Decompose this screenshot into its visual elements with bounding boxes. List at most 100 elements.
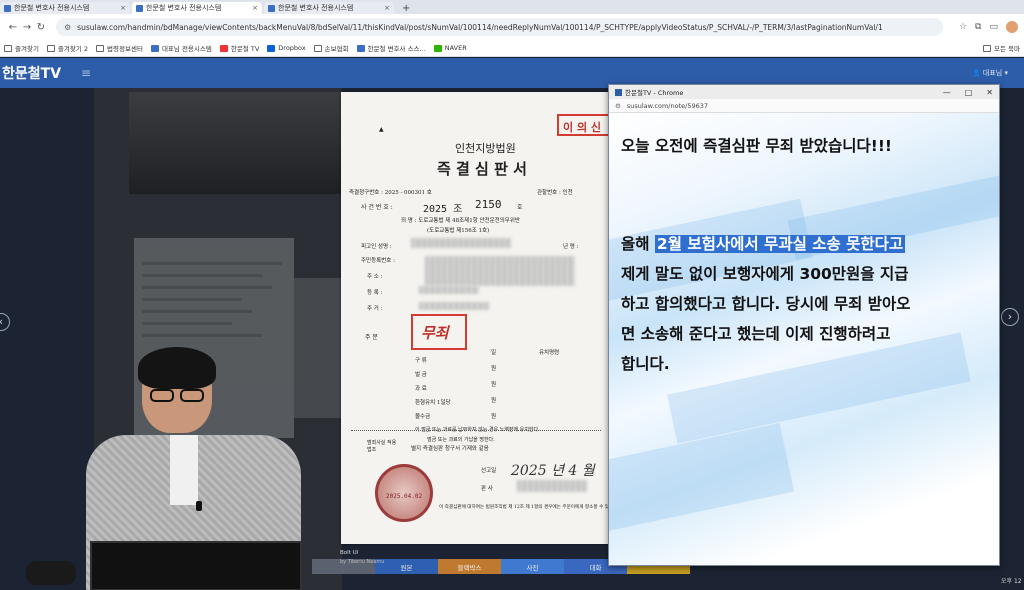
new-tab-button[interactable]: + [396, 3, 416, 14]
objection-stamp: 이 의 신 [557, 114, 613, 136]
redacted-text [411, 238, 511, 248]
forward-arrow-icon[interactable]: → [20, 22, 34, 33]
extensions-icon[interactable]: ⧉ [975, 22, 981, 32]
reason-label: 범죄사실 적용법조 [367, 440, 397, 453]
lapel-mic-icon [196, 501, 202, 511]
tab-label: 한문철 변호사 전용시스템 [146, 4, 222, 12]
note-line-5: 면 소송해 준다고 했는데 이제 진행하려고 [621, 325, 891, 343]
favicon-icon [268, 4, 275, 12]
bolt-ui-label: Bolt UI [340, 550, 359, 556]
row-unit-won: 원 [491, 414, 497, 420]
close-icon[interactable]: × [252, 4, 258, 12]
close-icon[interactable]: × [120, 4, 126, 12]
note-line-6: 합니다. [621, 355, 670, 373]
menu-icon[interactable]: ≡ [81, 66, 91, 80]
sidebar-icon[interactable]: ▭ [989, 22, 998, 32]
bookmark-item[interactable]: NAVER [433, 44, 467, 52]
toolbar-button-original[interactable]: 원본 [375, 559, 438, 574]
popup-address-bar[interactable]: ⚙ susulaw.com/note/59637 [609, 99, 999, 113]
redacted-text [425, 256, 575, 286]
document-title: 즉 결 심 판 서 [437, 160, 527, 178]
note-line-3: 제게 말도 없이 보행자에게 300만원을 지급 [621, 265, 909, 283]
judge-label: 판 사 [481, 486, 493, 492]
tab-label: 한문철 변호사 전용시스템 [278, 4, 354, 12]
folder-icon [46, 44, 55, 52]
profile-avatar[interactable] [1006, 21, 1018, 33]
site-icon [356, 44, 365, 52]
maximize-icon[interactable]: □ [965, 88, 973, 97]
url-text: susulaw.com/handmin/bdManage/viewContent… [77, 22, 883, 32]
bookmarks-bar: 즐겨찾기 즐겨찾기 2 법령정보센터 대표님 전용시스템 한문철 TV Drop… [0, 40, 1024, 57]
favicon-icon [4, 4, 11, 12]
court-seal-stamp: 2025.04.02 [375, 464, 433, 522]
bookmark-item[interactable]: 즐겨찾기 2 [46, 43, 88, 53]
payment-note-2: 벌금 또는 과료의 가납을 명한다. [427, 437, 495, 443]
back-arrow-icon[interactable]: ← [6, 22, 20, 33]
popup-url: susulaw.com/note/59637 [626, 101, 708, 110]
row-jail: 구 류 [415, 358, 427, 364]
site-info-icon[interactable]: ⚙ [64, 23, 71, 32]
row-unit-won: 원 [491, 398, 497, 404]
tab-label: 한문철 변호사 전용시스템 [14, 4, 90, 12]
background-document-thumbnail [294, 278, 342, 418]
row-unit-won: 원 [491, 366, 497, 372]
row-minor-fine: 과 료 [415, 386, 427, 392]
toolbar-button-photo[interactable]: 사진 [501, 559, 564, 574]
all-bookmarks-item[interactable]: 모든 북마 [983, 43, 1020, 53]
next-arrow-icon[interactable]: › [1001, 308, 1019, 326]
user-menu[interactable]: 👤 대표님 ▾ [972, 68, 1008, 78]
registration-label: 등 록 : [367, 290, 383, 296]
browser-tab[interactable]: 한문철 변호사 전용시스템 × [0, 2, 130, 14]
charge-line-1: 죄 명 : 도로교통법 제 48조제1항 안전운전의무위반 [401, 218, 520, 224]
row-fine: 벌 금 [415, 372, 427, 378]
redacted-signature [517, 480, 587, 492]
case-number-label: 사 건 번 호 : [361, 204, 393, 211]
desk-monitor [90, 541, 302, 590]
charge-line-2: (도로교통법 제156조 1호) [427, 228, 490, 234]
note-line-4: 하고 합의했다고 합니다. 당시에 무죄 받아오 [621, 295, 911, 313]
url-bar[interactable]: ⚙ susulaw.com/handmin/bdManage/viewConte… [56, 18, 943, 36]
folder-icon [983, 44, 991, 52]
bookmark-item[interactable]: 법령정보센터 [96, 43, 143, 53]
naver-icon [433, 44, 442, 52]
close-icon[interactable]: ✕ [986, 88, 993, 97]
glasses [150, 389, 210, 403]
bookmark-item[interactable]: 한문철 TV [219, 43, 259, 53]
note-line-1: 오늘 오전에 즉결심판 무죄 받았습니다!!! [621, 137, 892, 155]
bookmark-item[interactable]: 손보협회 [313, 43, 349, 53]
note-line-2: 올해 2월 보험사에서 무과실 소송 못한다고 [621, 235, 906, 253]
folder-icon [4, 44, 12, 52]
minimize-icon[interactable]: — [943, 88, 951, 97]
redacted-text [419, 286, 479, 294]
browser-tab[interactable]: 한문철 변호사 전용시스템 × [264, 2, 394, 14]
bookmark-item[interactable]: 한문철 변호사 스스... [356, 43, 426, 53]
bookmark-star-icon[interactable]: ☆ [959, 22, 967, 32]
bolt-ui-credit: by Tiberiu Neamu [340, 559, 385, 565]
toolbar-button-blackbox[interactable]: 블랙박스 [438, 559, 501, 574]
app-logo[interactable]: 한문철TV [2, 63, 61, 83]
verdict-label: 주 문 [365, 334, 378, 341]
bookmark-item[interactable]: 대표님 전용시스템 [150, 43, 212, 53]
verdict-not-guilty-stamp: 무죄 [411, 314, 467, 350]
case-number-year: 2025 조 [423, 204, 463, 215]
reload-icon[interactable]: ↻ [34, 22, 48, 33]
age-label: 년 령 : [563, 244, 579, 250]
favicon-icon [136, 4, 143, 12]
close-icon[interactable]: × [384, 4, 390, 12]
video-thumbnail [129, 92, 342, 194]
bookmark-item[interactable]: 즐겨찾기 [4, 43, 39, 53]
handwritten-date: 2025 년 4 월 [511, 463, 595, 479]
popup-titlebar[interactable]: 한문철TV - Chrome — □ ✕ [609, 85, 999, 99]
court-name: 인천지방법원 [455, 142, 516, 155]
row-suspended: 유치명령 [539, 350, 560, 356]
dropbox-icon [267, 44, 276, 52]
reason-text: 별지 즉결심판 청구서 기재와 같음 [411, 446, 489, 452]
site-info-icon[interactable]: ⚙ [615, 102, 621, 110]
bookmark-item[interactable]: Dropbox [267, 44, 306, 52]
document-footer: 이 즉결심판에 대하여는 법원조직법 제 12조 제 1항의 경우에는 주문이에… [439, 505, 615, 510]
browser-tab-active[interactable]: 한문철 변호사 전용시스템 × [132, 2, 262, 14]
prev-arrow-icon[interactable]: ‹ [0, 313, 10, 331]
folder-icon [96, 44, 105, 52]
system-clock: 오후 12 [1001, 578, 1022, 585]
id-label: 주민등록번호 : [361, 258, 395, 264]
